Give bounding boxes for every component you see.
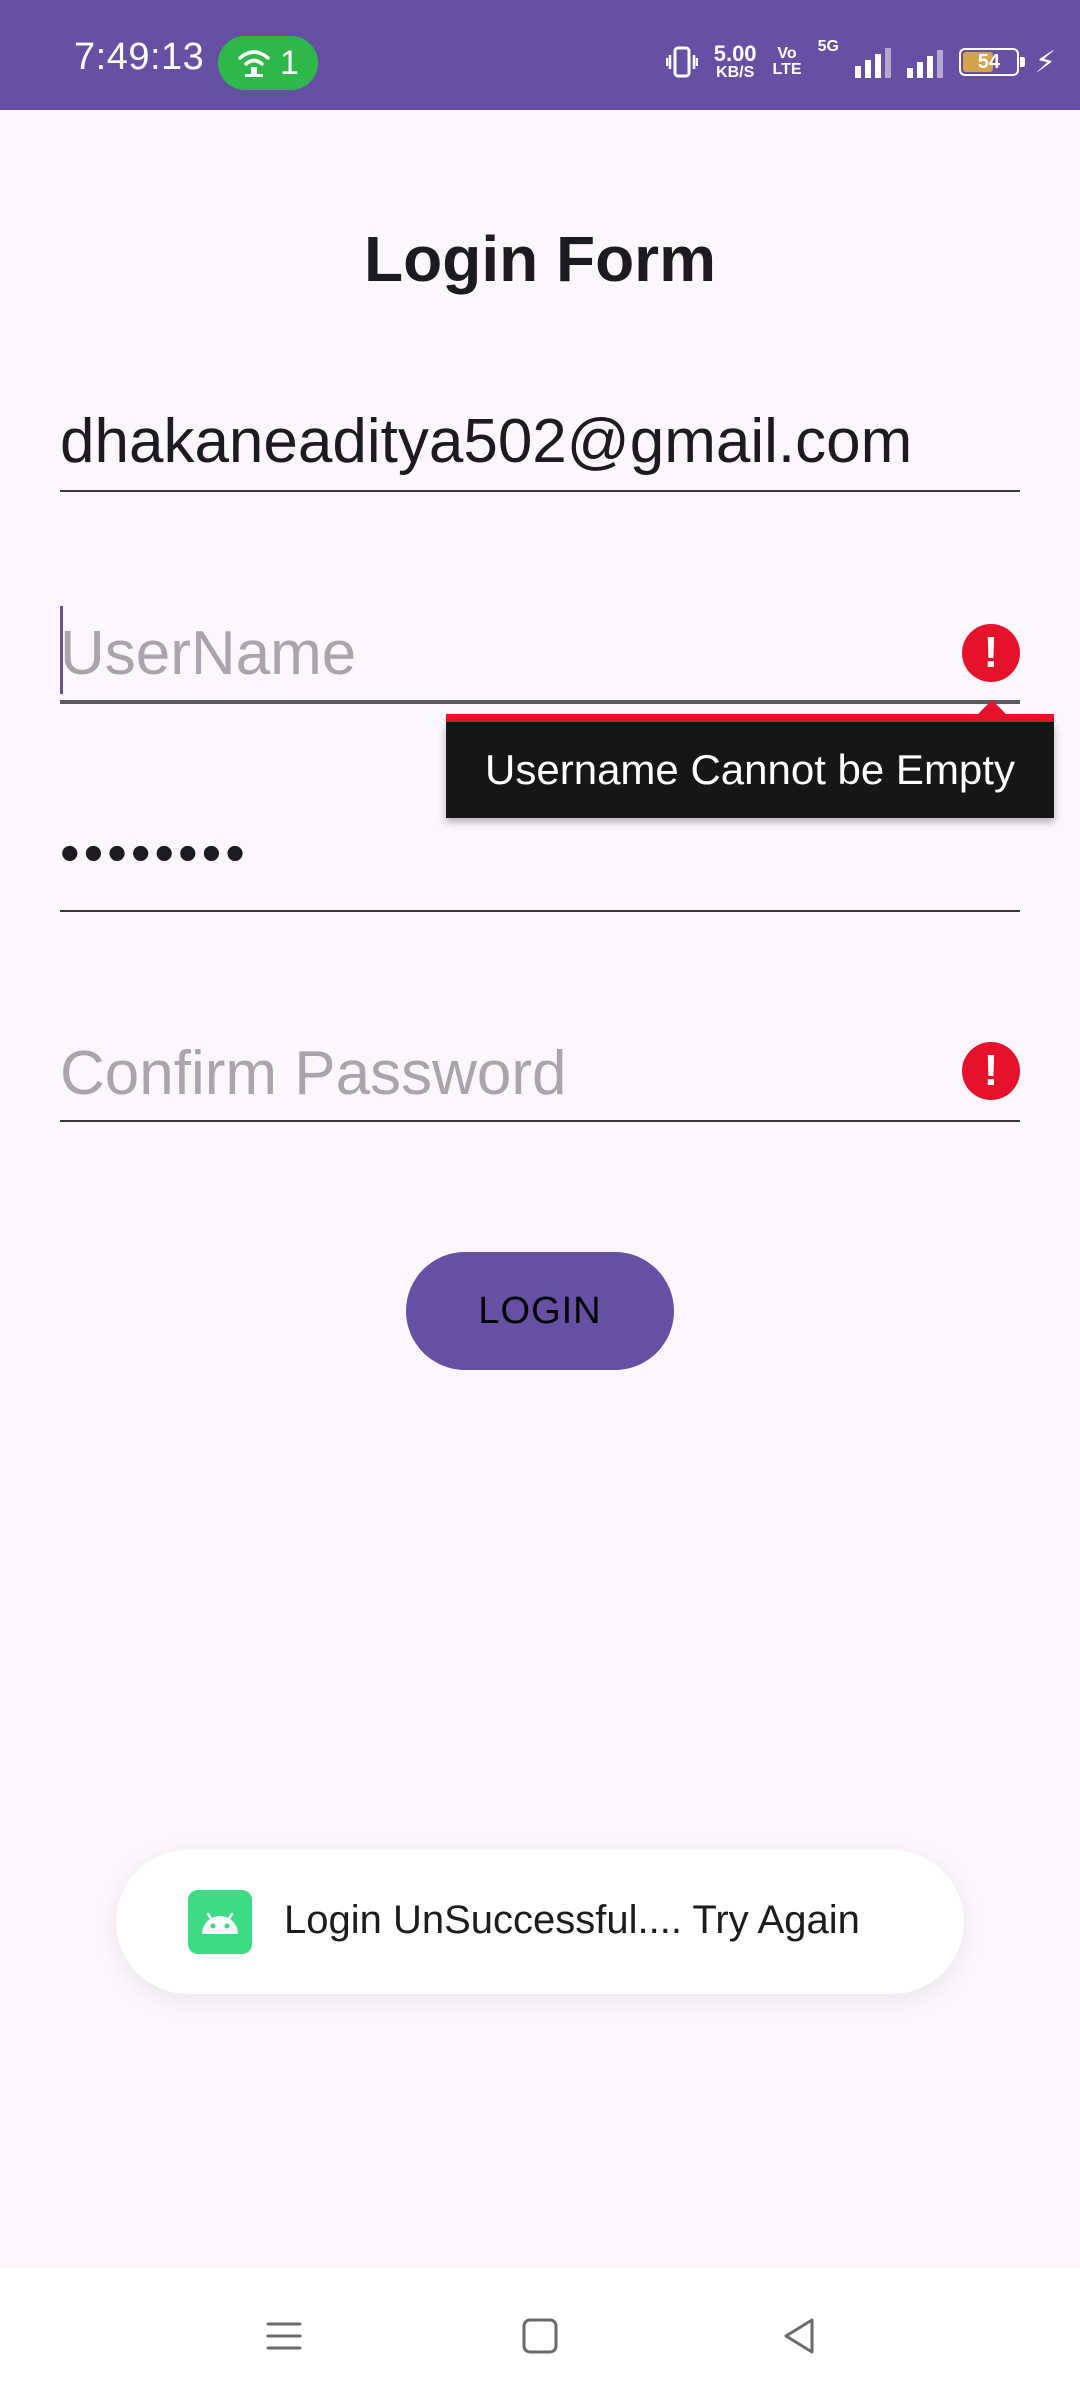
email-underline	[60, 490, 1020, 492]
status-time: 7:49:13	[74, 36, 205, 78]
password-underline	[60, 910, 1020, 912]
vibrate-icon	[665, 46, 698, 78]
back-icon[interactable]	[776, 2312, 824, 2360]
status-bar: 7:49:13 1 5.00 KB/S Vo LTE 5G 54 ⚡	[0, 0, 1080, 110]
volte-indicator: Vo LTE	[773, 46, 802, 78]
volte-top: Vo	[777, 45, 797, 62]
android-app-icon	[188, 1890, 252, 1954]
signal-icon-sim2	[906, 46, 943, 78]
speed-unit: KB/S	[716, 64, 755, 81]
email-value: dhakaneaditya502@gmail.com	[60, 407, 913, 476]
password-field[interactable]: ••••••••	[60, 820, 1020, 914]
email-field[interactable]: dhakaneaditya502@gmail.com	[60, 400, 1020, 494]
password-value: ••••••••	[60, 821, 249, 884]
confirm-password-underline	[60, 1120, 1020, 1122]
battery-level: 54	[977, 51, 1001, 73]
navigation-bar	[0, 2268, 1080, 2400]
toast-message: Login UnSuccessful.... Try Again	[116, 1850, 964, 1994]
username-placeholder: UserName	[60, 619, 357, 688]
home-icon[interactable]	[516, 2312, 564, 2360]
username-underline	[60, 700, 1020, 704]
confirm-password-placeholder: Confirm Password	[60, 1039, 567, 1108]
page-title: Login Form	[364, 223, 716, 295]
login-button[interactable]: LOGIN	[406, 1252, 674, 1370]
confirm-password-error-icon[interactable]: !	[962, 1042, 1020, 1100]
signal-icon-sim1	[854, 46, 891, 78]
confirm-password-field[interactable]: Confirm Password !	[60, 1030, 1020, 1124]
network-type: 5G	[817, 38, 839, 55]
tooltip-text: Username Cannot be Empty	[446, 722, 1054, 818]
hotspot-icon	[238, 50, 270, 77]
speed-value: 5.00	[713, 41, 757, 66]
hotspot-count: 1	[280, 44, 299, 82]
menu-icon[interactable]	[260, 2312, 308, 2360]
username-error-icon[interactable]: !	[962, 624, 1020, 682]
status-icons: 5.00 KB/S Vo LTE 5G 54 ⚡	[665, 38, 1056, 84]
toast-text: Login UnSuccessful.... Try Again	[284, 1898, 860, 1942]
tooltip-accent-bar	[446, 714, 1054, 722]
network-speed: 5.00 KB/S	[714, 43, 757, 81]
hotspot-indicator[interactable]: 1	[218, 36, 318, 90]
battery-icon: 54	[958, 48, 1025, 76]
volte-bottom: LTE	[772, 61, 802, 78]
username-field[interactable]: UserName !	[60, 606, 1020, 706]
charging-icon: ⚡	[1034, 45, 1056, 79]
